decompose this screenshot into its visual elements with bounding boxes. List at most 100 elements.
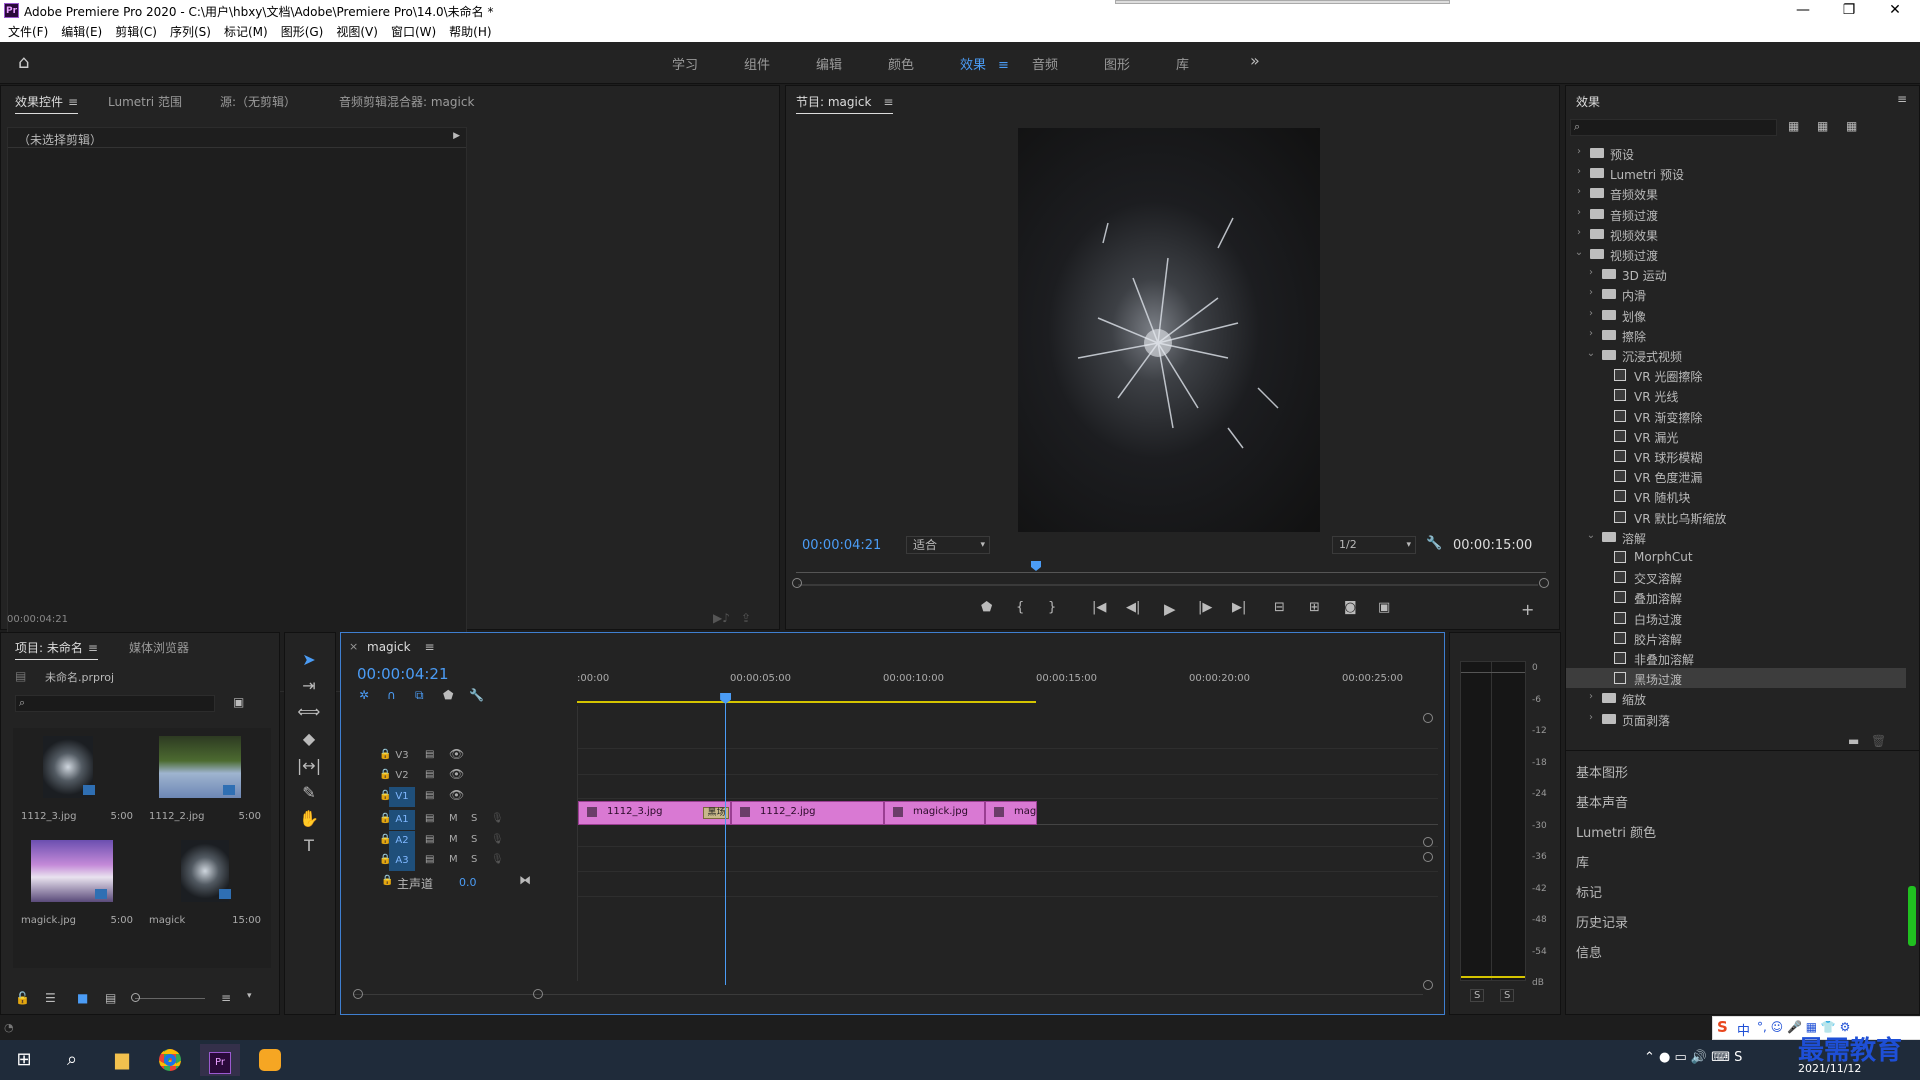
tracks-area[interactable]: 1112_3.jpg 1112_2.jpg magick.jpg mag 黑场 bbox=[577, 706, 1438, 981]
chrome-icon[interactable] bbox=[150, 1044, 190, 1076]
step-back-icon[interactable]: ◀| bbox=[1126, 600, 1140, 615]
effects-tree-item[interactable]: VR 球形模糊 bbox=[1566, 446, 1906, 466]
mic-icon[interactable]: 🎙 bbox=[491, 854, 504, 865]
project-menu-icon[interactable]: ≡ bbox=[88, 641, 98, 655]
workspace-graphics[interactable]: 图形 bbox=[1104, 54, 1130, 73]
workspace-menu-icon[interactable]: ≡ bbox=[998, 58, 1009, 73]
effects-tree-item[interactable]: › 划像 bbox=[1566, 305, 1906, 325]
nest-icon[interactable]: ✲ bbox=[359, 688, 369, 702]
eye-icon[interactable]: 👁 bbox=[449, 788, 464, 802]
sequence-tab[interactable]: magick ≡ bbox=[367, 640, 435, 654]
workspace-libraries[interactable]: 库 bbox=[1176, 54, 1189, 73]
mark-out-icon[interactable]: } bbox=[1048, 600, 1056, 615]
play-icon[interactable]: ▶ bbox=[1164, 600, 1176, 618]
workspace-color[interactable]: 颜色 bbox=[888, 54, 914, 73]
effects-tree-item[interactable]: 黑场过渡 bbox=[1566, 668, 1906, 689]
effects-tree-item[interactable]: VR 随机块 bbox=[1566, 486, 1906, 506]
add-button-icon[interactable]: + bbox=[1521, 600, 1534, 619]
selection-tool-icon[interactable]: ➤ bbox=[295, 647, 323, 673]
track-target-button[interactable]: V2 bbox=[389, 766, 415, 786]
track-target-button[interactable]: A2 bbox=[389, 831, 415, 851]
sync-lock-icon[interactable]: ▤ bbox=[425, 834, 434, 845]
vscroll-bottom-handle[interactable] bbox=[1423, 980, 1433, 990]
scroll-indicator[interactable] bbox=[1908, 886, 1916, 946]
chevron-down-icon[interactable]: ⌄ bbox=[1574, 247, 1584, 258]
pen-tool-icon[interactable]: ✎ bbox=[295, 780, 323, 806]
type-tool-icon[interactable]: T bbox=[295, 833, 323, 859]
menu-window[interactable]: 窗口(W) bbox=[391, 22, 436, 42]
new-bin-icon[interactable]: ▬ bbox=[1848, 734, 1859, 748]
effects-search-input[interactable]: ⌕ bbox=[1570, 119, 1777, 136]
timeline-settings-icon[interactable]: 🔧 bbox=[469, 688, 484, 702]
filter-icon[interactable]: ▶♪ bbox=[713, 611, 730, 625]
menu-clip[interactable]: 剪辑(C) bbox=[115, 22, 157, 42]
mark-in-icon[interactable]: { bbox=[1016, 600, 1024, 615]
file-explorer-icon[interactable]: ▆ bbox=[102, 1044, 142, 1076]
side-panel-header[interactable]: 基本声音 bbox=[1566, 782, 1896, 811]
panel-menu-icon[interactable]: ≡ bbox=[68, 95, 78, 109]
solo-right-button[interactable]: S bbox=[1500, 989, 1515, 1002]
go-to-out-icon[interactable]: ▶| bbox=[1232, 600, 1246, 615]
effects-tree-item[interactable]: MorphCut bbox=[1566, 547, 1906, 567]
timeline-clip[interactable]: mag bbox=[984, 801, 1037, 825]
side-panel-header[interactable]: 库 bbox=[1566, 842, 1896, 871]
tab-media-browser[interactable]: 媒体浏览器 bbox=[129, 639, 189, 656]
play-clip-icon[interactable]: ▶ bbox=[453, 131, 460, 141]
icon-view-icon[interactable]: ■ bbox=[77, 991, 88, 1005]
workspace-learn[interactable]: 学习 bbox=[672, 54, 698, 73]
sync-lock-icon[interactable]: ▤ bbox=[425, 854, 434, 865]
snap-icon[interactable]: ∩ bbox=[387, 688, 396, 702]
side-panel-header[interactable]: 信息 bbox=[1566, 932, 1896, 961]
zoom-left-handle[interactable] bbox=[792, 578, 802, 588]
chevron-right-icon[interactable]: › bbox=[1586, 287, 1596, 298]
solo-button[interactable]: S bbox=[471, 854, 477, 865]
resolution-dropdown[interactable]: 1/2 ▾ bbox=[1332, 536, 1416, 554]
ime-mode[interactable]: 中 bbox=[1737, 1020, 1750, 1039]
add-marker-icon[interactable]: ⬟ bbox=[981, 600, 992, 615]
export-icon[interactable]: ⇪ bbox=[741, 611, 751, 625]
sync-lock-icon[interactable]: ▤ bbox=[425, 790, 434, 801]
search-icon[interactable]: ⌕ bbox=[52, 1044, 92, 1076]
comparison-view-icon[interactable]: ▣ bbox=[1378, 600, 1390, 615]
chevron-down-icon[interactable]: ⌄ bbox=[1586, 530, 1596, 541]
menu-graphics[interactable]: 图形(G) bbox=[281, 22, 324, 42]
32bit-effects-icon[interactable]: ▦ bbox=[1817, 119, 1828, 133]
effects-tree-item[interactable]: VR 光线 bbox=[1566, 385, 1906, 405]
hscroll-track[interactable] bbox=[353, 994, 1423, 995]
project-search-input[interactable]: ⌕ bbox=[15, 695, 215, 712]
effects-tree-item[interactable]: ⌄ 沉浸式视频 bbox=[1566, 345, 1906, 365]
tab-effect-controls[interactable]: 效果控件 ≡ bbox=[15, 93, 79, 114]
accelerated-effects-icon[interactable]: ▦ bbox=[1788, 119, 1799, 133]
workspace-editing[interactable]: 编辑 bbox=[816, 54, 842, 73]
menu-view[interactable]: 视图(V) bbox=[336, 22, 378, 42]
sync-lock-icon[interactable]: ▤ bbox=[425, 749, 434, 760]
effects-menu-icon[interactable]: ≡ bbox=[1897, 92, 1907, 106]
timeline-playhead[interactable] bbox=[720, 693, 732, 985]
effects-tree-item[interactable]: › 预设 bbox=[1566, 143, 1906, 163]
chevron-right-icon[interactable]: › bbox=[1586, 267, 1596, 278]
tab-project[interactable]: 项目: 未命名 ≡ bbox=[15, 639, 98, 660]
solo-button[interactable]: S bbox=[471, 813, 477, 824]
effects-tree-item[interactable]: ⌄ 溶解 bbox=[1566, 527, 1906, 547]
delete-icon[interactable]: 🗑 bbox=[1871, 734, 1886, 748]
fit-dropdown[interactable]: 适合 ▾ bbox=[906, 536, 990, 554]
effects-tree-item[interactable]: › 内滑 bbox=[1566, 284, 1906, 304]
new-search-bin-icon[interactable]: ▣ bbox=[233, 695, 244, 709]
freeform-view-icon[interactable]: ▤ bbox=[105, 991, 116, 1005]
effects-tree-item[interactable]: › 音频效果 bbox=[1566, 183, 1906, 203]
side-panel-header[interactable]: 基本图形 bbox=[1566, 752, 1896, 781]
chevron-right-icon[interactable]: › bbox=[1586, 328, 1596, 339]
razor-tool-icon[interactable]: ◆ bbox=[295, 726, 323, 752]
more-workspaces-icon[interactable]: » bbox=[1250, 51, 1260, 70]
tab-lumetri-scopes[interactable]: Lumetri 范围 bbox=[108, 93, 182, 110]
effects-tree-item[interactable]: 胶片溶解 bbox=[1566, 628, 1906, 648]
lock-icon[interactable]: 🔒 bbox=[381, 875, 393, 886]
premiere-taskbar-icon[interactable]: Pr bbox=[200, 1044, 240, 1076]
project-item[interactable]: 1112_2.jpg 5:00 bbox=[141, 728, 269, 832]
track-select-tool-icon[interactable]: ⇥ bbox=[295, 673, 323, 699]
effects-tree-item[interactable]: VR 渐变擦除 bbox=[1566, 406, 1906, 426]
effects-tree-item[interactable]: VR 默比乌斯缩放 bbox=[1566, 507, 1906, 527]
minimize-button[interactable]: — bbox=[1780, 0, 1826, 22]
project-item[interactable]: magick 15:00 bbox=[141, 832, 269, 936]
mute-button[interactable]: M bbox=[449, 834, 458, 845]
